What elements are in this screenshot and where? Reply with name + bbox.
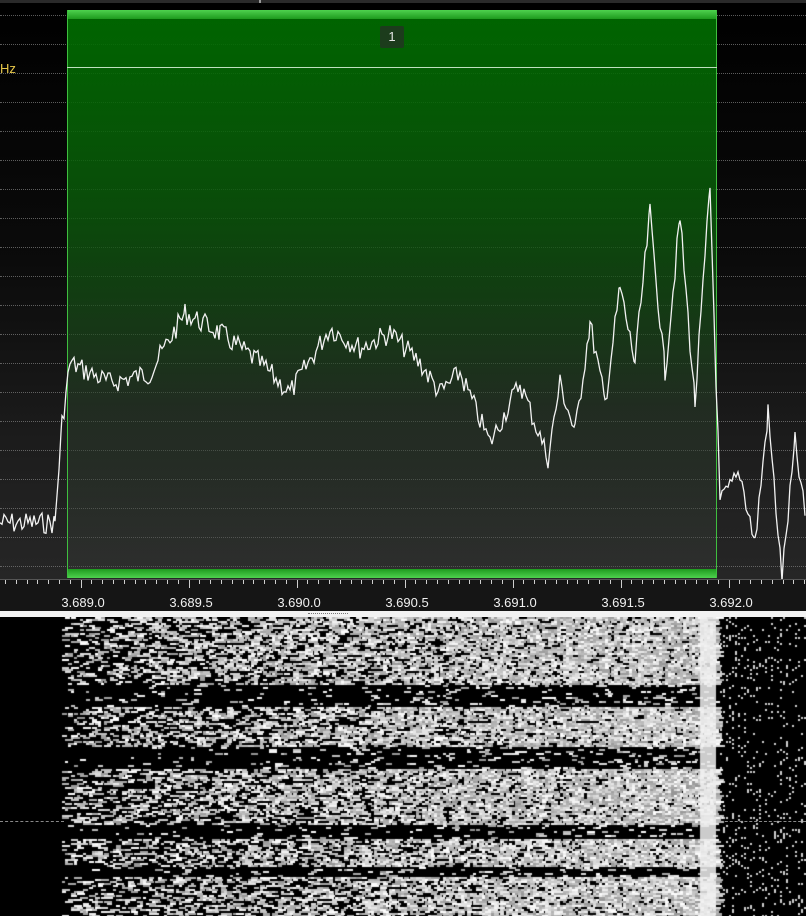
axis-tick: [285, 580, 287, 584]
axis-tick: [318, 580, 320, 584]
axis-tick: [555, 580, 557, 584]
axis-tick: [210, 580, 212, 584]
spectrum-trace: [0, 187, 806, 579]
splitter-grip[interactable]: [308, 613, 348, 616]
axis-tick: [782, 580, 784, 584]
waterfall-canvas: [0, 617, 806, 916]
axis-tick: [642, 580, 644, 584]
axis-tick: [653, 580, 654, 584]
axis-tick: [231, 580, 233, 584]
axis-tick: [674, 580, 676, 584]
axis-tick: [426, 580, 428, 584]
axis-tick: [696, 580, 698, 584]
axis-tick: [102, 580, 104, 584]
axis-tick: [253, 580, 255, 584]
axis-tick: [491, 580, 492, 584]
axis-label-4: 3.691.0: [493, 595, 537, 610]
axis-label-6: 3.692.0: [709, 595, 753, 610]
axis-tick: [804, 580, 806, 584]
axis-tick: [707, 580, 708, 584]
axis-tick: [80, 580, 82, 588]
axis-tick: [771, 580, 773, 584]
axis-tick: [793, 580, 795, 584]
axis-tick: [350, 580, 352, 584]
waterfall-marker-line-right: [720, 821, 806, 822]
axis-tick: [177, 580, 179, 584]
axis-tick: [123, 580, 125, 584]
axis-tick: [134, 580, 136, 584]
axis-tick: [739, 580, 741, 584]
axis-tick: [145, 580, 147, 584]
axis-tick: [415, 580, 417, 584]
axis-tick: [242, 580, 244, 584]
axis-tick: [631, 580, 633, 584]
axis-tick: [404, 580, 406, 588]
axis-tick: [199, 580, 201, 584]
axis-tick: [91, 580, 93, 584]
axis-tick: [26, 580, 28, 584]
axis-tick: [339, 580, 341, 584]
axis-tick: [383, 580, 384, 584]
waterfall-marker-line: [0, 821, 64, 822]
axis-tick: [437, 580, 438, 584]
axis-tick: [264, 580, 266, 584]
axis-tick: [447, 580, 449, 584]
axis-tick: [69, 580, 71, 584]
axis-tick: [501, 580, 503, 584]
axis-tick: [480, 580, 482, 584]
axis-label-2: 3.690.0: [277, 595, 321, 610]
axis-tick: [307, 580, 309, 584]
axis-label-3: 3.690.5: [385, 595, 429, 610]
axis-tick: [393, 580, 395, 584]
axis-tick: [717, 580, 719, 584]
axis-tick: [15, 580, 17, 584]
axis-tick: [599, 580, 600, 584]
axis-tick: [275, 580, 276, 584]
axis-tick: [329, 580, 330, 584]
axis-tick: [609, 580, 611, 584]
axis-tick: [48, 580, 50, 584]
axis-tick: [113, 580, 114, 584]
axis-tick: [188, 580, 190, 588]
axis-tick: [5, 580, 6, 584]
axis-tick: [458, 580, 460, 584]
axis-label-5: 3.691.5: [601, 595, 645, 610]
axis-tick: [469, 580, 471, 584]
axis-tick: [663, 580, 665, 584]
axis-tick: [545, 580, 546, 584]
axis-tick: [566, 580, 568, 584]
axis-tick: [523, 580, 525, 584]
frequency-axis[interactable]: 3.689.0 3.689.5 3.690.0 3.690.5 3.691.0 …: [0, 579, 806, 612]
axis-tick: [534, 580, 536, 584]
axis-tick: [750, 580, 752, 584]
axis-label-1: 3.689.5: [169, 595, 213, 610]
axis-tick: [577, 580, 579, 584]
axis-label-0: 3.689.0: [61, 595, 105, 610]
axis-tick: [156, 580, 158, 584]
axis-tick: [761, 580, 762, 584]
axis-tick: [728, 580, 730, 588]
axis-tick: [59, 580, 60, 584]
axis-tick: [361, 580, 363, 584]
axis-tick: [588, 580, 590, 584]
axis-tick: [685, 580, 687, 584]
waterfall-display[interactable]: [0, 617, 806, 916]
axis-tick: [296, 580, 298, 588]
axis-tick: [512, 580, 514, 588]
axis-tick: [37, 580, 39, 584]
spectrum-panel[interactable]: Hz 1: [0, 3, 806, 579]
axis-tick: [221, 580, 222, 584]
axis-tick: [167, 580, 168, 584]
axis-tick: [620, 580, 622, 588]
axis-tick: [372, 580, 374, 584]
